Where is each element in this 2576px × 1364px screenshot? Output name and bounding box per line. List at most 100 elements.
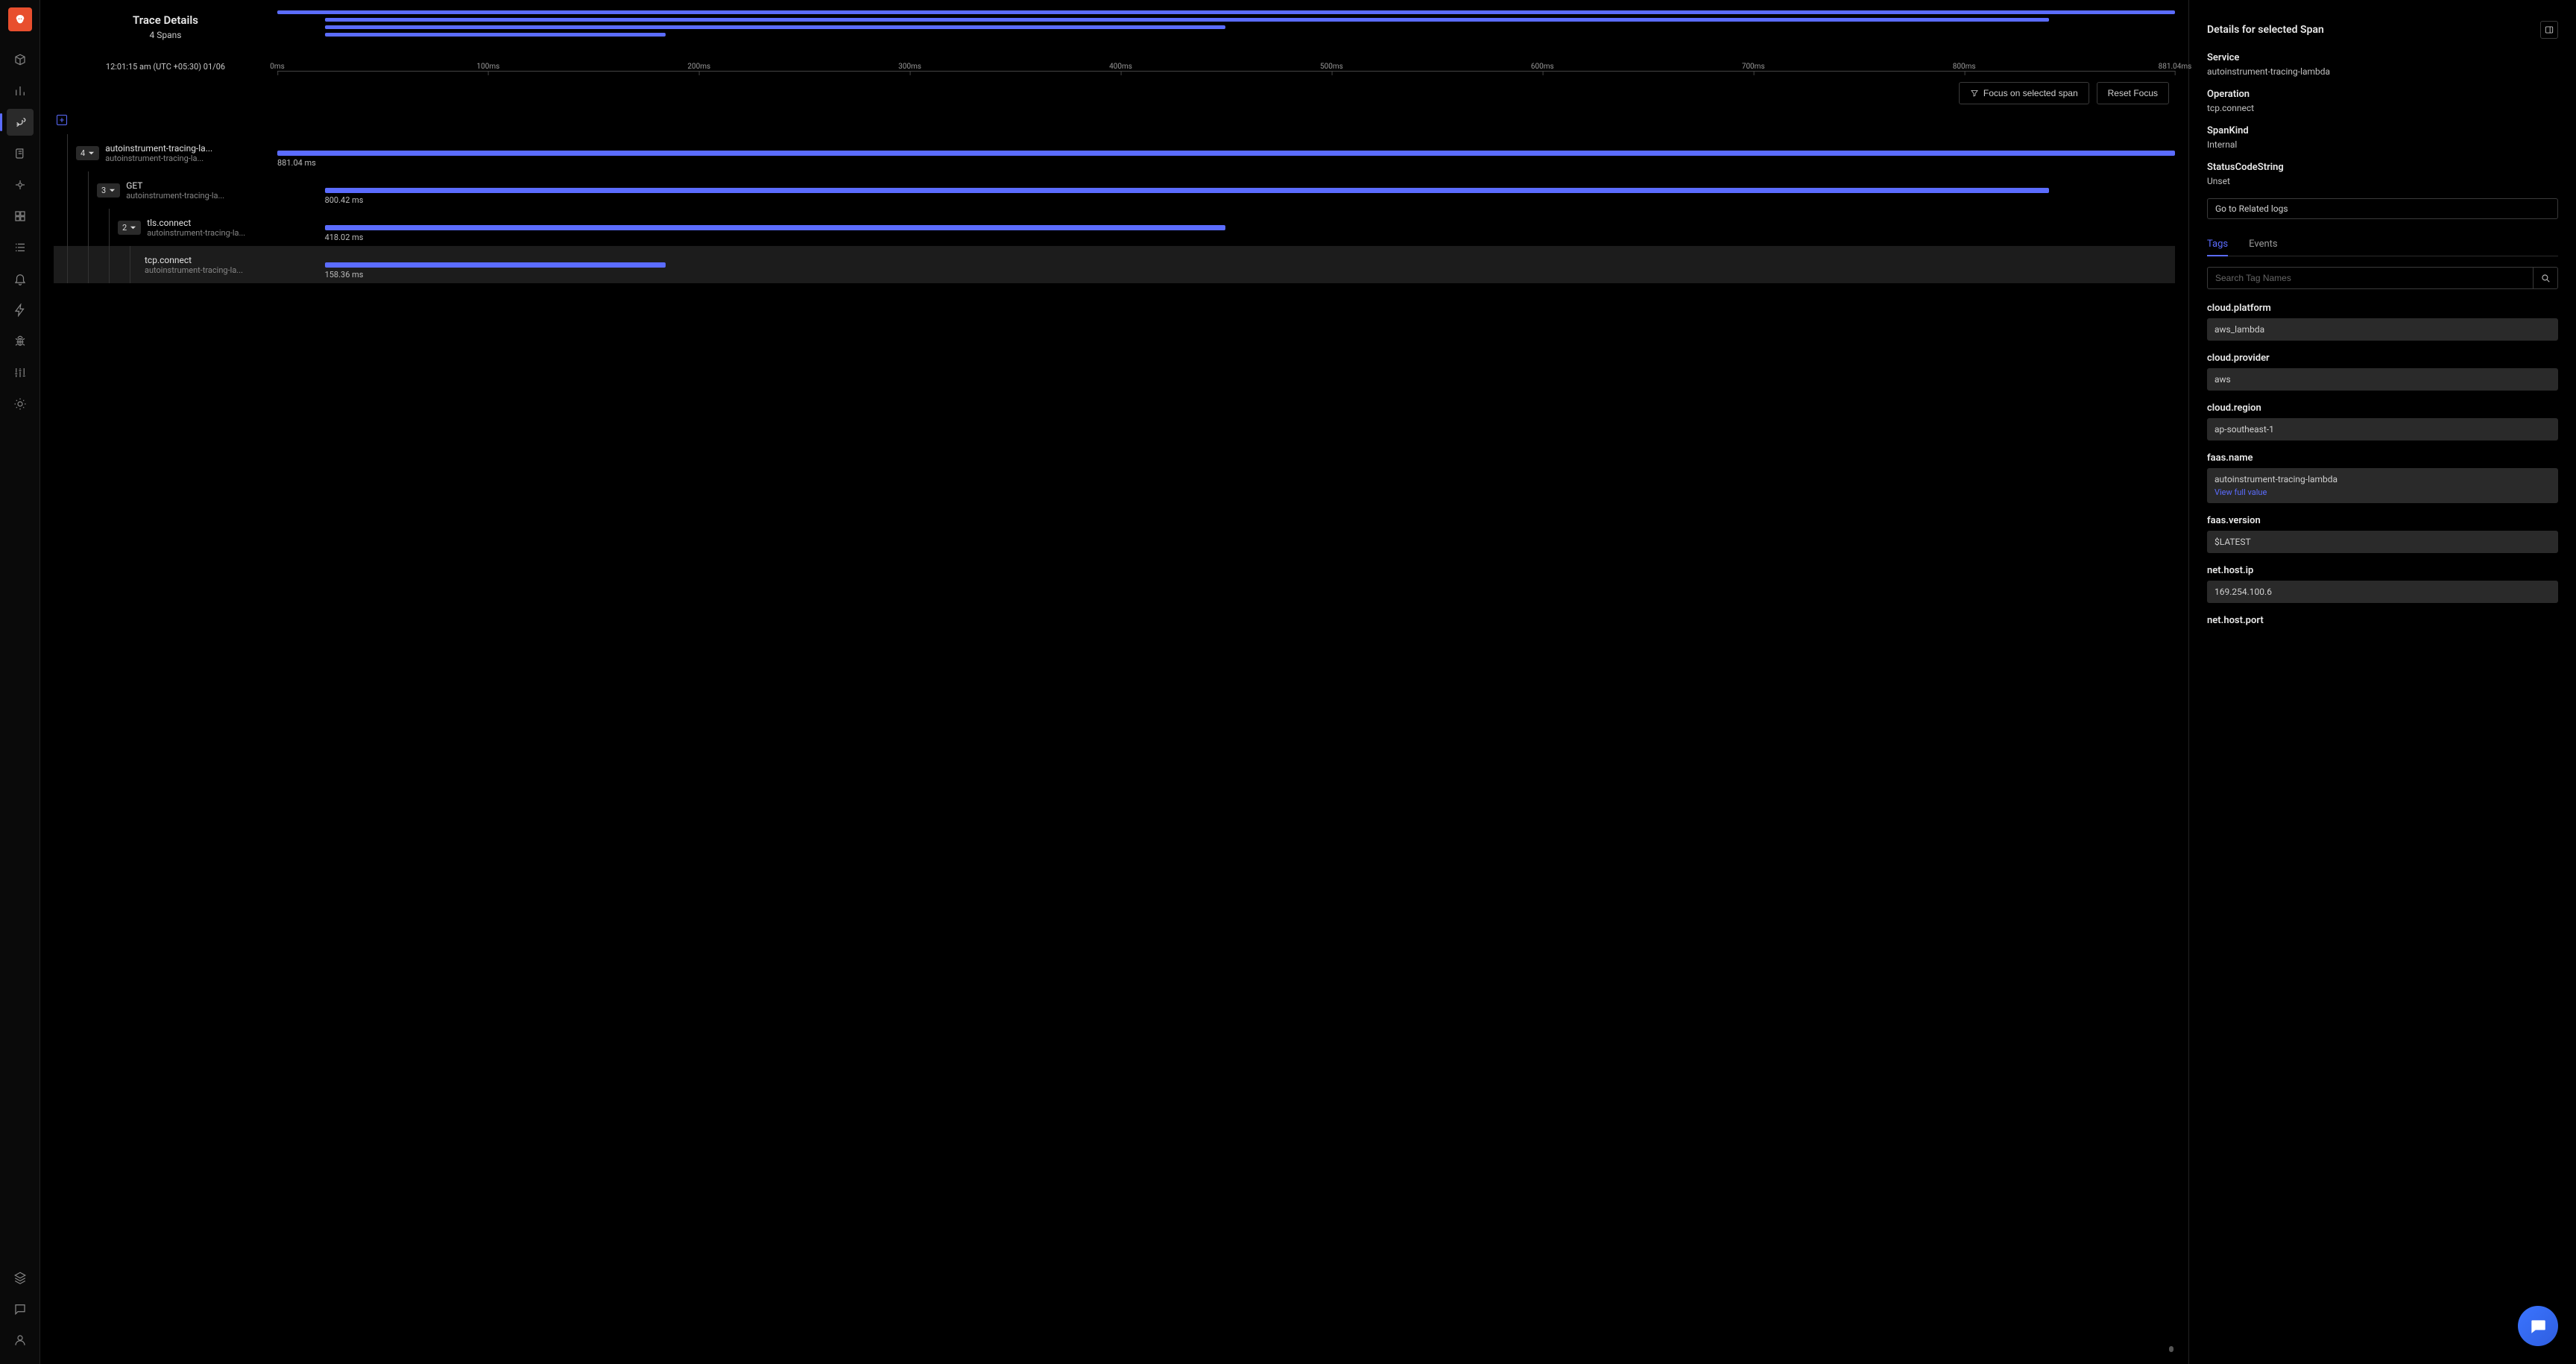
tag-search-button[interactable] [2533,267,2558,289]
tab-events[interactable]: Events [2249,233,2277,256]
chat-icon [2528,1316,2548,1336]
view-full-value-link[interactable]: View full value [2214,487,2551,497]
timeline-axis: 0ms100ms200ms300ms400ms500ms600ms700ms80… [277,49,2175,72]
span-count-label: 4 Spans [54,30,277,40]
route-icon [13,116,27,129]
span-details-panel: Details for selected Span Serviceautoins… [2188,0,2576,1364]
span-bar [325,188,2049,193]
nav-gear-icon[interactable] [7,391,34,417]
nav-route-icon[interactable] [7,109,34,136]
detail-field-label: Operation [2207,89,2558,100]
user-icon [13,1333,27,1347]
timeline-tick: 400ms [1109,63,1132,71]
sidebar [0,0,40,1364]
nav-bar-chart-icon[interactable] [7,78,34,104]
timeline-tick: 600ms [1531,63,1554,71]
span-bar [277,151,2175,156]
span-count-badge[interactable]: 4 [76,146,99,160]
detail-field-value: Internal [2207,139,2558,150]
nav-package-icon[interactable] [7,46,34,73]
timeline-tick: 500ms [1320,63,1343,71]
focus-selected-label: Focus on selected span [1983,88,2078,98]
message-icon [13,1302,27,1316]
cluster-icon [13,178,27,192]
tag-key: net.host.ip [2207,565,2558,576]
span-tree: + 4autoinstrument-tracing-la...autoinstr… [54,115,2175,1357]
reset-focus-label: Reset Focus [2108,88,2158,98]
go-to-related-logs-button[interactable]: Go to Related logs [2207,198,2558,219]
app-logo[interactable] [8,7,32,31]
timeline-tick: 881.04ms [2159,63,2192,71]
tag-key: faas.version [2207,515,2558,526]
nav-bell-icon[interactable] [7,265,34,292]
main: Trace Details 4 Spans 12:01:15 am (UTC +… [40,0,2576,1364]
nav-cluster-icon[interactable] [7,171,34,198]
chevron-down-icon [130,224,136,231]
reset-focus-button[interactable]: Reset Focus [2097,82,2169,104]
nav-sliders-icon[interactable] [7,359,34,386]
span-count-badge[interactable]: 3 [97,183,120,198]
nav-message-icon[interactable] [7,1295,34,1322]
span-service: autoinstrument-tracing-la... [105,154,212,163]
package-icon [13,53,27,66]
trace-panel: Trace Details 4 Spans 12:01:15 am (UTC +… [40,0,2188,1364]
span-duration: 800.42 ms [325,195,364,205]
nav-user-icon[interactable] [7,1327,34,1354]
layers-icon [13,1271,27,1284]
tag-key: cloud.provider [2207,353,2558,364]
span-duration: 418.02 ms [325,233,364,242]
mini-map-bar [325,18,2049,22]
span-duration: 881.04 ms [277,158,316,168]
timeline-tick: 200ms [687,63,710,71]
timeline-tick: 100ms [476,63,499,71]
timeline-tick: 800ms [1953,63,1976,71]
collapse-panel-button[interactable] [2540,21,2558,39]
expand-all-button[interactable]: + [57,115,67,125]
span-operation: autoinstrument-tracing-la... [105,143,212,154]
tag-key: cloud.platform [2207,303,2558,314]
span-row[interactable]: tcp.connectautoinstrument-tracing-la...1… [54,246,2175,283]
list-icon [13,241,27,254]
bar-chart-icon [13,84,27,98]
span-count: 4 [80,148,85,158]
gear-icon [13,397,27,411]
scrollbar-thumb[interactable] [2169,1346,2174,1352]
timeline-tick: 700ms [1742,63,1765,71]
tag-key: net.host.port [2207,615,2558,626]
detail-field-label: StatusCodeString [2207,162,2558,173]
span-count: 3 [101,186,106,195]
details-title: Details for selected Span [2207,24,2324,36]
zap-icon [13,303,27,317]
span-row[interactable]: 2tls.connectautoinstrument-tracing-la...… [54,209,2175,246]
span-bar [325,225,1225,230]
nav-layers-icon[interactable] [7,1264,34,1291]
mini-map[interactable] [277,10,2175,45]
panel-right-icon [2544,25,2554,35]
span-row[interactable]: 4 autoinstrument-tracing-la...autoinstrum… [54,134,2175,171]
timeline-tick: 0ms [270,63,285,71]
tag-value: aws_lambda [2207,318,2558,341]
nav-zap-icon[interactable] [7,297,34,323]
tab-tags[interactable]: Tags [2207,233,2228,256]
bug-icon [13,335,27,348]
span-operation: tls.connect [147,218,245,228]
span-row[interactable]: 3GETautoinstrument-tracing-la...800.42 m… [54,171,2175,209]
grid-icon [13,209,27,223]
nav-list-icon[interactable] [7,234,34,261]
span-service: autoinstrument-tracing-la... [145,265,243,275]
chevron-down-icon [88,150,95,157]
focus-selected-button[interactable]: Focus on selected span [1959,82,2089,104]
nav-grid-icon[interactable] [7,203,34,230]
chat-fab[interactable] [2518,1306,2558,1346]
tag-value: ap-southeast-1 [2207,418,2558,441]
span-duration: 158.36 ms [325,270,364,280]
tag-search-input[interactable] [2207,267,2533,289]
span-count: 2 [122,223,127,233]
tag-value: autoinstrument-tracing-lambdaView full v… [2207,468,2558,503]
nav-bug-icon[interactable] [7,328,34,355]
span-service: autoinstrument-tracing-la... [126,191,224,201]
timeline-tick: 300ms [898,63,921,71]
nav-scroll-icon[interactable] [7,140,34,167]
sliders-icon [13,366,27,379]
span-count-badge[interactable]: 2 [118,221,141,235]
